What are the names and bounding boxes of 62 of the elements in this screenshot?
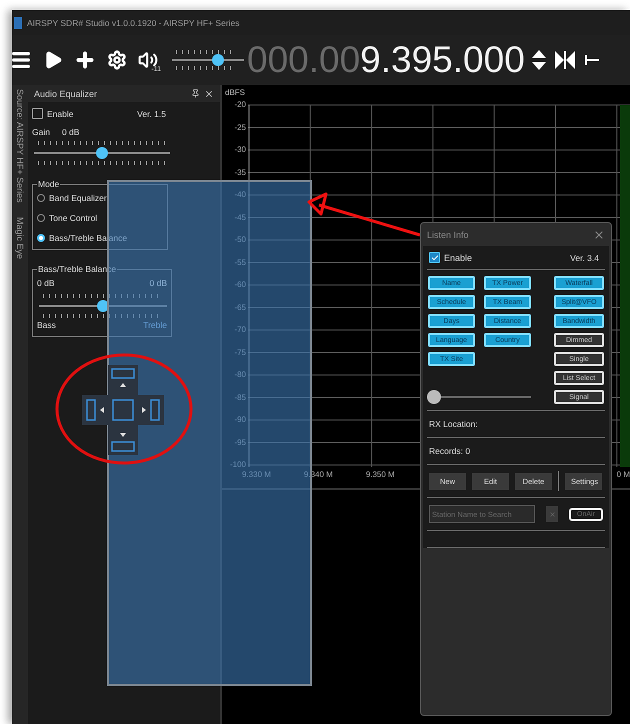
slider-thumb[interactable] — [427, 390, 441, 404]
axis-label: -80 — [234, 369, 246, 381]
value-label: 0 dB — [37, 278, 54, 288]
slider-thumb[interactable] — [97, 300, 109, 312]
radio-option[interactable]: Band Equalizer — [37, 193, 163, 203]
axis-label: -85 — [234, 392, 246, 404]
records-count: Records: 0 — [429, 446, 470, 456]
axis-label: -25 — [234, 122, 246, 134]
axis-label: -100 — [230, 459, 246, 471]
pin-icon[interactable] — [191, 88, 200, 98]
axis-label: -50 — [234, 234, 246, 246]
axis-label: -75 — [234, 346, 246, 358]
menu-button[interactable] — [10, 49, 32, 71]
window-title: Listen Info — [427, 230, 469, 240]
add-button[interactable] — [74, 49, 96, 71]
slider-thumb[interactable] — [96, 147, 108, 159]
up-down-icon[interactable] — [530, 49, 547, 71]
gain-label: Gain — [32, 127, 50, 137]
treble-label: Treble — [143, 320, 167, 330]
panel-title: Audio Equalizer — [34, 88, 98, 98]
frequency-display[interactable]: 000.009.395.000 — [247, 39, 525, 81]
axis-label: -60 — [234, 279, 246, 291]
axis-label: 9.330 M — [242, 470, 271, 479]
bowtie-icon[interactable] — [554, 51, 575, 69]
app-icon — [14, 16, 22, 28]
slider-thumb[interactable] — [212, 54, 224, 66]
axis-label: -55 — [234, 256, 246, 268]
axis-label: 0 M — [616, 470, 630, 479]
window-title: AIRSPY SDR# Studio v1.0.0.1920 - AIRSPY HF+ Series — [27, 18, 240, 28]
axis-label: -30 — [234, 144, 246, 156]
version-label: Ver. 3.4 — [570, 252, 599, 262]
enable-checkbox[interactable]: Enable — [32, 108, 74, 119]
axis-label: -45 — [234, 212, 246, 224]
dock-guide-drawing[interactable] — [80, 363, 166, 457]
radio-option[interactable]: Tone Control — [37, 213, 163, 223]
close-icon[interactable] — [204, 88, 214, 98]
axis-label: -20 — [234, 99, 246, 111]
axis-label: -65 — [234, 302, 246, 314]
value-label: 0 dB — [150, 278, 167, 288]
axis-label: 9.350 M — [366, 470, 395, 479]
slider-track[interactable] — [34, 141, 170, 165]
slider-track[interactable] — [39, 294, 167, 318]
span-icon[interactable] — [584, 53, 599, 67]
axis-label: -35 — [234, 166, 246, 178]
side-tab[interactable]: Source: AIRSPY HF+ Series — [15, 89, 25, 203]
bass-label: Bass — [37, 320, 56, 330]
enable-checkbox[interactable]: Enable — [429, 252, 472, 263]
version-label: Ver. 1.5 — [137, 108, 166, 118]
rx-location-label: RX Location: — [429, 419, 478, 429]
unit-label: dBFS — [225, 88, 246, 98]
settings-button[interactable] — [107, 50, 127, 70]
gain-value: 0 dB — [62, 127, 80, 137]
volume-slider[interactable] — [172, 48, 244, 72]
close-icon[interactable] — [593, 228, 605, 240]
side-tab[interactable]: Magic Eye — [15, 216, 25, 259]
check-icon — [430, 254, 438, 262]
axis-label: -90 — [234, 414, 246, 426]
axis-label: -70 — [234, 324, 246, 336]
close-icon — [548, 510, 556, 518]
axis-label: -95 — [234, 436, 246, 448]
axis-label: -40 — [234, 189, 246, 201]
opacity-slider[interactable] — [427, 390, 531, 404]
